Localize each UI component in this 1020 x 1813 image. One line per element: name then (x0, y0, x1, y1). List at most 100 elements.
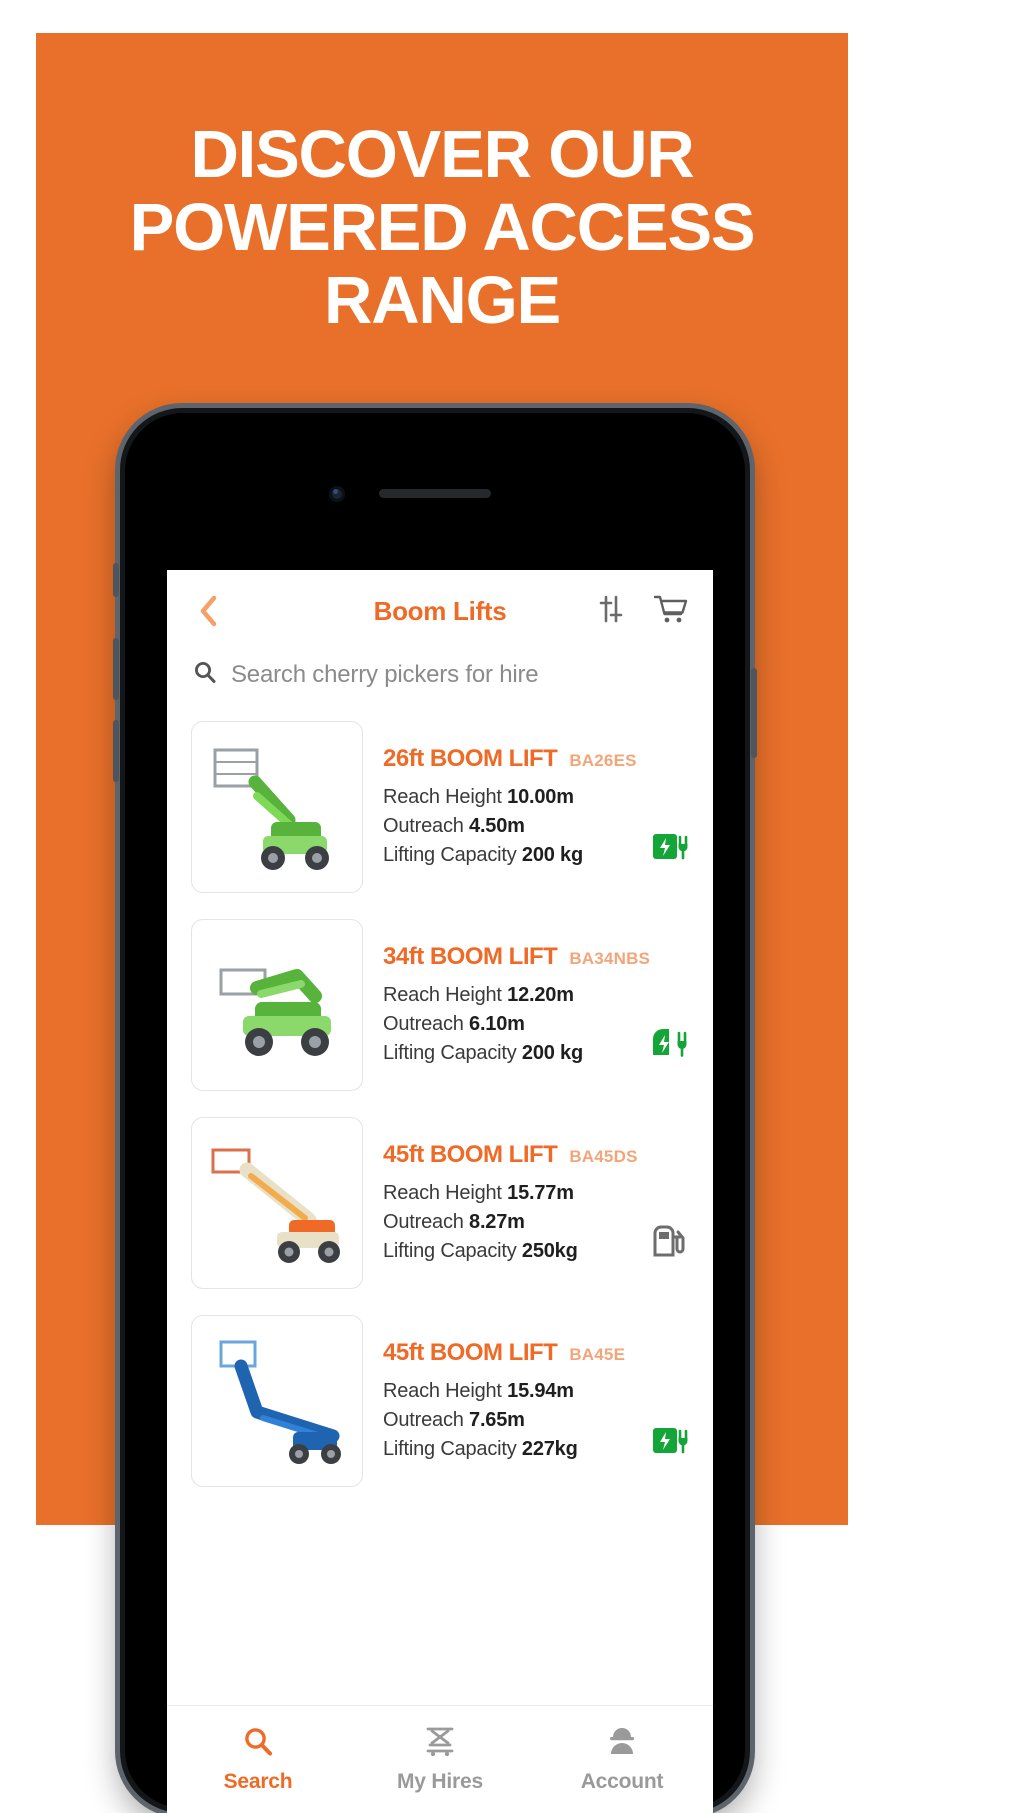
electric-battery-plug-icon (651, 1423, 689, 1464)
product-code: BA26ES (569, 751, 637, 770)
header-actions (595, 593, 689, 630)
spec-value: 6.10m (469, 1013, 525, 1035)
spec-value: 227kg (521, 1438, 578, 1460)
spec-lifting-capacity: Lifting Capacity 200 kg (383, 841, 641, 870)
product-name: 45ft BOOM LIFT (383, 1339, 558, 1366)
spec-value: 200 kg (521, 1042, 583, 1064)
phone-power-button (751, 668, 757, 758)
spec-label: Outreach (383, 1211, 464, 1233)
phone-volume-down (113, 720, 119, 782)
person-helmet-icon (606, 1725, 638, 1762)
spec-value: 15.77m (507, 1182, 574, 1204)
product-details: 34ft BOOM LIFT BA34NBS Reach Height 12.2… (383, 919, 689, 1091)
app-header: Boom Lifts (167, 570, 713, 652)
spec-label: Lifting Capacity (383, 1438, 517, 1460)
app-screen: Boom Lifts Search cherry pickers for hir… (167, 570, 713, 1813)
product-spec-row: Reach Height 10.00m Outreach 4.50m Lifti… (383, 783, 689, 870)
tab-my-hires[interactable]: My Hires (349, 1706, 531, 1813)
product-list: 26ft BOOM LIFT BA26ES Reach Height 10.00… (167, 709, 713, 1501)
tab-label: Search (223, 1770, 293, 1793)
sliders-filter-icon[interactable] (595, 593, 627, 630)
spec-value: 7.65m (469, 1409, 525, 1431)
tab-label: Account (580, 1770, 664, 1793)
product-code: BA45DS (569, 1147, 638, 1166)
spec-reach-height: Reach Height 12.20m (383, 981, 639, 1010)
product-spec-row: Reach Height 15.94m Outreach 7.65m Lifti… (383, 1377, 689, 1464)
product-thumbnail[interactable] (191, 1315, 363, 1487)
phone-earpiece-speaker (379, 489, 491, 498)
shopping-cart-icon[interactable] (653, 593, 689, 630)
green-boom-lift-thumbnail (197, 930, 357, 1080)
electric-battery-plug-icon (651, 829, 689, 870)
list-item[interactable]: 45ft BOOM LIFT BA45E Reach Height 15.94m… (191, 1303, 689, 1501)
diesel-fuel-pump-icon (651, 1225, 689, 1266)
search-bar[interactable]: Search cherry pickers for hire (167, 652, 713, 709)
phone-front-camera-icon (329, 486, 345, 502)
spec-value: 4.50m (469, 815, 525, 837)
search-icon (242, 1725, 274, 1762)
product-code: BA45E (569, 1345, 626, 1364)
tab-account[interactable]: Account (531, 1706, 713, 1813)
product-code: BA34NBS (569, 949, 651, 968)
spec-value: 250kg (521, 1240, 578, 1262)
product-thumbnail[interactable] (191, 721, 363, 893)
spec-label: Reach Height (383, 1380, 502, 1402)
poster-headline: DISCOVER OUR POWERED ACCESS RANGE (129, 117, 756, 338)
spec-label: Lifting Capacity (383, 1042, 517, 1064)
spec-reach-height: Reach Height 10.00m (383, 783, 641, 812)
list-item[interactable]: 45ft BOOM LIFT BA45DS Reach Height 15.77… (191, 1105, 689, 1303)
tab-label: My Hires (397, 1770, 483, 1793)
green-boom-lift-thumbnail (197, 732, 357, 882)
spec-label: Outreach (383, 815, 464, 837)
spec-label: Lifting Capacity (383, 1240, 517, 1262)
chevron-left-icon (197, 595, 219, 627)
spec-value: 15.94m (507, 1380, 574, 1402)
product-heading: 26ft BOOM LIFT BA26ES (383, 745, 689, 773)
product-heading: 45ft BOOM LIFT BA45E (383, 1339, 689, 1367)
spec-reach-height: Reach Height 15.94m (383, 1377, 641, 1406)
electric-plug-icon (649, 1027, 689, 1068)
spec-outreach: Outreach 4.50m (383, 812, 641, 841)
product-details: 45ft BOOM LIFT BA45E Reach Height 15.94m… (383, 1315, 689, 1487)
phone-bezel: Boom Lifts Search cherry pickers for hir… (125, 413, 745, 1813)
product-spec-row: Reach Height 15.77m Outreach 8.27m Lifti… (383, 1179, 689, 1266)
product-thumbnail[interactable] (191, 1117, 363, 1289)
search-icon (193, 660, 217, 689)
spec-value: 200 kg (521, 844, 583, 866)
product-heading: 34ft BOOM LIFT BA34NBS (383, 943, 689, 971)
product-specs: Reach Height 15.77m Outreach 8.27m Lifti… (383, 1179, 641, 1266)
back-button[interactable] (191, 594, 225, 628)
spec-outreach: Outreach 7.65m (383, 1406, 641, 1435)
scissor-lift-icon (422, 1725, 458, 1762)
search-input[interactable]: Search cherry pickers for hire (231, 661, 539, 689)
product-specs: Reach Height 12.20m Outreach 6.10m Lifti… (383, 981, 639, 1068)
tab-search[interactable]: Search (167, 1706, 349, 1813)
orange-boom-lift-thumbnail (197, 1128, 357, 1278)
spec-lifting-capacity: Lifting Capacity 200 kg (383, 1039, 639, 1068)
product-name: 45ft BOOM LIFT (383, 1141, 558, 1168)
product-details: 45ft BOOM LIFT BA45DS Reach Height 15.77… (383, 1117, 689, 1289)
list-item[interactable]: 26ft BOOM LIFT BA26ES Reach Height 10.00… (191, 709, 689, 907)
product-spec-row: Reach Height 12.20m Outreach 6.10m Lifti… (383, 981, 689, 1068)
spec-label: Reach Height (383, 984, 502, 1006)
product-name: 26ft BOOM LIFT (383, 745, 558, 772)
product-thumbnail[interactable] (191, 919, 363, 1091)
spec-value: 8.27m (469, 1211, 525, 1233)
spec-value: 12.20m (507, 984, 574, 1006)
spec-label: Reach Height (383, 786, 502, 808)
spec-label: Reach Height (383, 1182, 502, 1204)
spec-label: Outreach (383, 1013, 464, 1035)
product-details: 26ft BOOM LIFT BA26ES Reach Height 10.00… (383, 721, 689, 893)
spec-outreach: Outreach 6.10m (383, 1010, 639, 1039)
list-item[interactable]: 34ft BOOM LIFT BA34NBS Reach Height 12.2… (191, 907, 689, 1105)
spec-lifting-capacity: Lifting Capacity 227kg (383, 1435, 641, 1464)
phone-mute-switch (113, 563, 119, 597)
phone-mockup: Boom Lifts Search cherry pickers for hir… (113, 408, 757, 1813)
spec-value: 10.00m (507, 786, 574, 808)
bottom-tab-bar: Search My Hires Account (167, 1705, 713, 1813)
spec-outreach: Outreach 8.27m (383, 1208, 641, 1237)
spec-lifting-capacity: Lifting Capacity 250kg (383, 1237, 641, 1266)
product-heading: 45ft BOOM LIFT BA45DS (383, 1141, 689, 1169)
spec-label: Outreach (383, 1409, 464, 1431)
spec-reach-height: Reach Height 15.77m (383, 1179, 641, 1208)
